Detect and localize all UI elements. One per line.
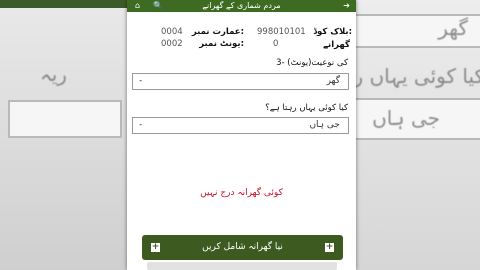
- building-number-label: عمارت نمبر:: [191, 27, 244, 37]
- unit-number-label: یونٹ نمبر:: [199, 39, 244, 49]
- phone-screen: ⌂ 🔍 مردم شماری کے گھرانے ➔ بلاک کوڈ: 998…: [127, 0, 356, 270]
- background-right: گھر کیا کوئی یہاں رہتا جی ہاں: [356, 0, 480, 270]
- back-arrow-icon[interactable]: ➔: [343, 0, 350, 12]
- plus-icon: +: [325, 242, 334, 252]
- background-text: جی ہاں: [372, 106, 440, 130]
- bottom-strip: [147, 262, 337, 270]
- unit-type-value: گھر: [326, 76, 340, 86]
- block-code-value: 998010101: [257, 27, 306, 37]
- block-code-label: بلاک کوڈ:: [313, 27, 352, 37]
- app-bar: ⌂ 🔍 مردم شماری کے گھرانے ➔: [127, 0, 356, 12]
- anyone-lives-value: جی ہاں: [309, 120, 340, 130]
- building-number-value: 0004: [161, 27, 183, 37]
- unit-type-select[interactable]: - گھر: [132, 73, 349, 90]
- anyone-lives-question: کیا کوئی یہاں رہتا ہے؟: [265, 103, 348, 113]
- background-field: [8, 100, 122, 138]
- no-households-message: کوئی گھرانہ درج نہیں: [200, 188, 283, 198]
- add-household-button[interactable]: + نیا گھرانہ شامل کریں +: [142, 235, 343, 260]
- background-text: کیا کوئی یہاں رہتا: [356, 64, 480, 88]
- anyone-lives-select[interactable]: - جی ہاں: [132, 117, 349, 134]
- select-placeholder: -: [139, 76, 143, 86]
- background-text: گھر: [438, 16, 468, 40]
- background-left: ریہ: [0, 0, 127, 270]
- unit-number-value: 0002: [161, 39, 183, 49]
- unit-type-question: 3- (یونٹ)کی نوعیت: [276, 58, 348, 68]
- add-household-label: نیا گھرانہ شامل کریں: [202, 242, 283, 252]
- households-value: 0: [273, 39, 279, 49]
- background-text: ریہ: [40, 62, 67, 86]
- background-bar: [0, 0, 127, 8]
- households-label: گھرانے: [323, 40, 350, 50]
- select-placeholder: -: [139, 120, 143, 130]
- app-title: مردم شماری کے گھرانے: [202, 1, 281, 10]
